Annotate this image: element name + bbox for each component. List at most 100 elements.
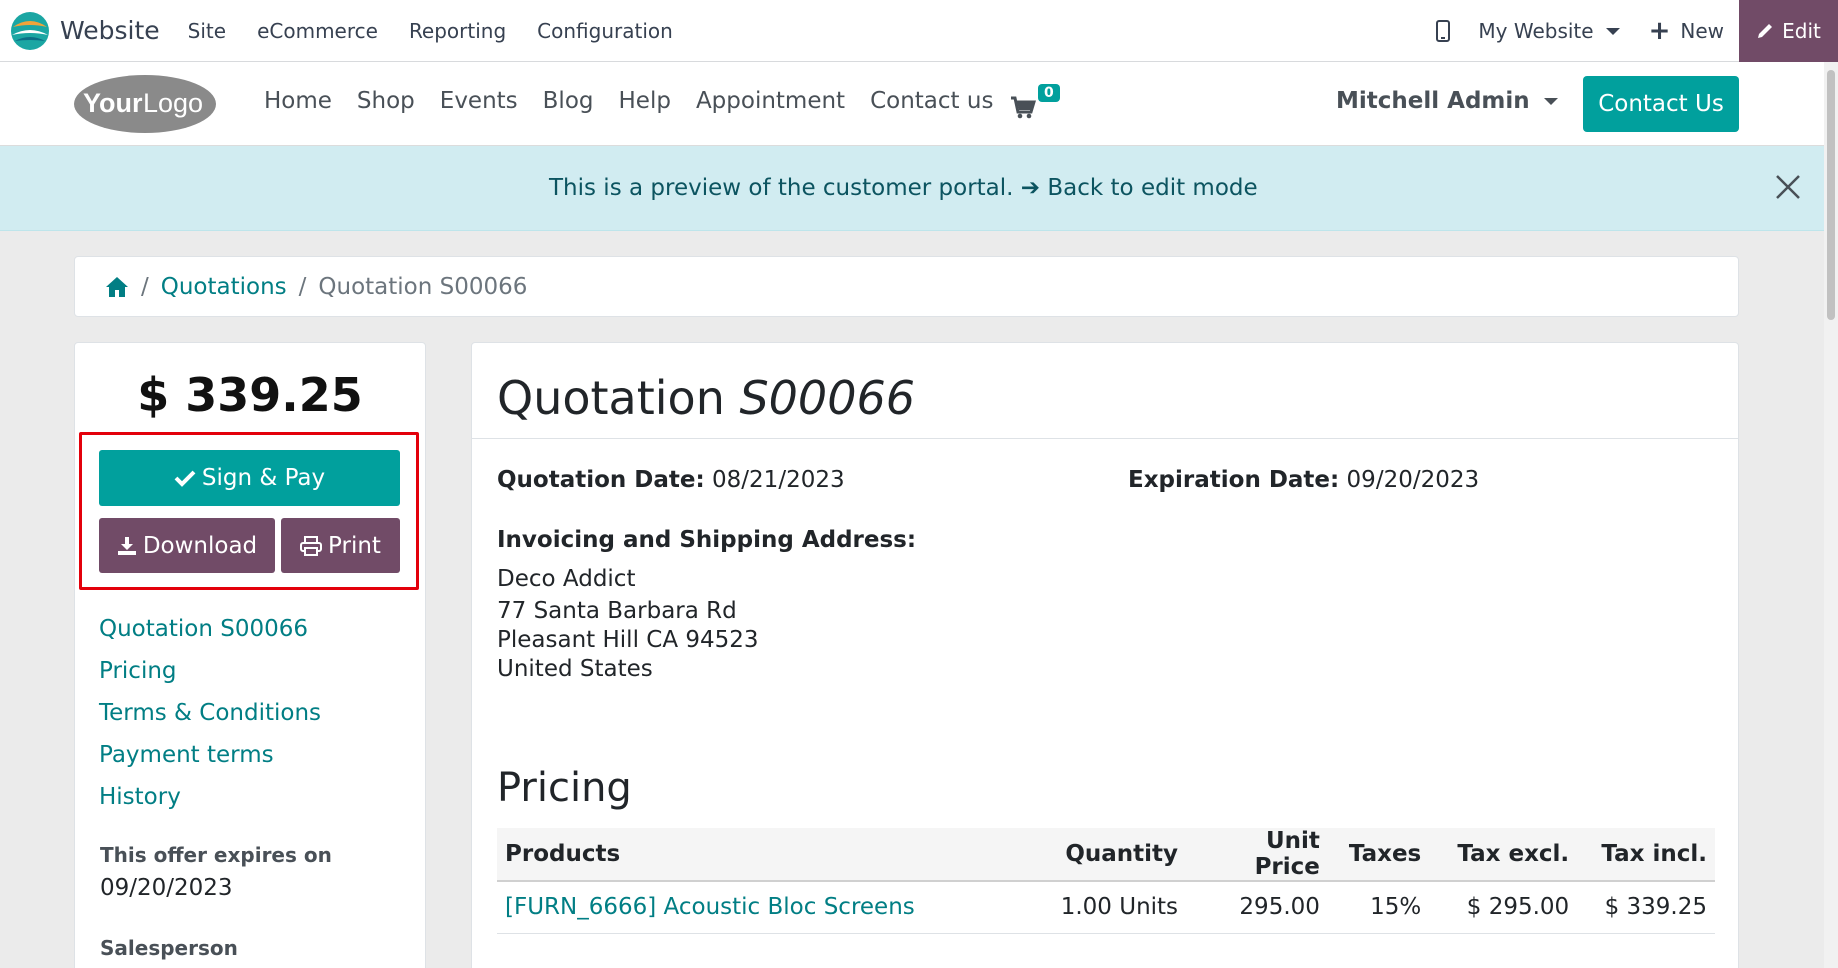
back-to-edit-link[interactable]: Back to edit mode [1047, 175, 1257, 201]
col-tax-excl: Tax excl. [1429, 828, 1578, 882]
address-heading: Invoicing and Shipping Address: [497, 527, 916, 553]
contact-us-button[interactable]: Contact Us [1583, 76, 1739, 132]
plus-icon: + [1648, 16, 1671, 46]
user-account-menu[interactable]: Mitchell Admin [1336, 88, 1558, 114]
preview-alert: This is a preview of the customer portal… [0, 146, 1824, 231]
address-country: United States [497, 656, 653, 682]
quotation-date-field: Quotation Date: 08/21/2023 [497, 467, 845, 493]
print-button[interactable]: Print [281, 518, 400, 573]
download-button[interactable]: Download [99, 518, 275, 573]
title-number: S00066 [739, 371, 916, 425]
expiration-date-value: 09/20/2023 [1346, 467, 1480, 493]
tax-incl-cell: $ 339.25 [1577, 881, 1715, 934]
svg-text:Your: Your [83, 88, 143, 118]
site-nav: Home Shop Events Blog Help Appointment C… [264, 88, 1018, 114]
nav-home[interactable]: Home [264, 88, 332, 114]
menu-reporting[interactable]: Reporting [409, 19, 506, 43]
preview-alert-message: This is a preview of the customer portal… [549, 175, 1258, 201]
quantity-cell: 1.00 Units [1044, 881, 1187, 934]
product-link[interactable]: [FURN_6666] Acoustic Bloc Screens [497, 881, 1045, 934]
chevron-down-icon [1605, 27, 1620, 35]
sign-and-pay-button[interactable]: Sign & Pay [99, 450, 400, 506]
tax-excl-cell: $ 295.00 [1429, 881, 1578, 934]
scrollbar-thumb[interactable] [1827, 70, 1835, 320]
address-line2: Pleasant Hill CA 94523 [497, 627, 759, 653]
nav-link-terms[interactable]: Terms & Conditions [99, 692, 321, 734]
new-button-label: New [1680, 19, 1724, 43]
website-app-icon[interactable] [10, 11, 50, 51]
nav-events[interactable]: Events [440, 88, 518, 114]
col-taxes: Taxes [1327, 828, 1430, 882]
quotation-document: Quotation S00066 Quotation Date: 08/21/2… [471, 342, 1739, 968]
quotation-date-label: Quotation Date: [497, 467, 705, 493]
expires-date: 09/20/2023 [100, 875, 233, 901]
expiration-date-label: Expiration Date: [1128, 467, 1340, 493]
nav-shop[interactable]: Shop [357, 88, 415, 114]
expires-label: This offer expires on [100, 843, 332, 867]
expiration-date-field: Expiration Date: 09/20/2023 [1128, 467, 1479, 493]
website-selector-label: My Website [1478, 19, 1594, 43]
chevron-down-icon [1543, 97, 1558, 105]
quotation-section-nav: Quotation S00066 Pricing Terms & Conditi… [99, 608, 321, 818]
col-quantity: Quantity [1044, 828, 1187, 882]
user-name: Mitchell Admin [1336, 88, 1530, 114]
breadcrumb-quotations[interactable]: Quotations [161, 274, 287, 300]
menu-configuration[interactable]: Configuration [537, 19, 673, 43]
page-title: Quotation S00066 [497, 371, 915, 425]
app-name[interactable]: Website [60, 16, 160, 45]
breadcrumb-current: Quotation S00066 [318, 273, 528, 300]
admin-menu: Site eCommerce Reporting Configuration [188, 19, 704, 43]
home-icon[interactable] [105, 276, 129, 298]
download-icon [117, 536, 136, 555]
nav-link-quotation[interactable]: Quotation S00066 [99, 608, 321, 650]
check-icon [174, 470, 196, 487]
cart-link[interactable]: 0 [1010, 82, 1065, 122]
edit-button-label: Edit [1782, 19, 1821, 43]
mobile-preview-icon[interactable] [1436, 20, 1451, 42]
breadcrumb-separator: / [141, 273, 149, 300]
salesperson-label: Salesperson [100, 936, 238, 960]
arrow-right-icon: ➔ [1020, 175, 1041, 201]
breadcrumb-separator: / [298, 273, 307, 300]
download-label: Download [142, 532, 258, 559]
pricing-heading: Pricing [497, 765, 632, 811]
breadcrumb: / Quotations / Quotation S00066 [74, 256, 1739, 317]
sign-and-pay-label: Sign & Pay [201, 465, 326, 491]
page-scrollbar[interactable] [1824, 62, 1838, 968]
quotation-sidebar: $ 339.25 Sign & Pay Download Print Quota… [74, 342, 426, 968]
menu-site[interactable]: Site [188, 19, 226, 43]
taxes-cell: 15% [1327, 881, 1430, 934]
printer-icon [300, 535, 323, 556]
print-label: Print [328, 532, 381, 559]
company-logo[interactable]: Your Logo [73, 74, 217, 134]
order-lines-table: Products Quantity Unit Price Taxes Tax e… [497, 828, 1715, 934]
address-block: Deco Addict 77 Santa Barbara Rd Pleasant… [497, 565, 759, 684]
col-products: Products [497, 828, 1045, 882]
col-unit-price: Unit Price [1186, 828, 1328, 882]
divider [472, 438, 1738, 439]
site-header: Your Logo Home Shop Events Blog Help App… [0, 62, 1824, 146]
address-name: Deco Addict [497, 566, 636, 592]
close-icon[interactable] [1773, 172, 1803, 202]
nav-appointment[interactable]: Appointment [696, 88, 845, 114]
address-line1: 77 Santa Barbara Rd [497, 598, 737, 624]
svg-text:Logo: Logo [143, 88, 203, 118]
shopping-cart-icon [1011, 96, 1036, 119]
new-button[interactable]: + New [1649, 16, 1724, 46]
nav-link-payment-terms[interactable]: Payment terms [99, 734, 321, 776]
total-amount: $ 339.25 [137, 368, 363, 422]
col-tax-incl: Tax incl. [1577, 828, 1715, 882]
website-selector[interactable]: My Website [1478, 19, 1620, 43]
table-header-row: Products Quantity Unit Price Taxes Tax e… [497, 828, 1715, 882]
menu-ecommerce[interactable]: eCommerce [257, 19, 378, 43]
title-prefix: Quotation [497, 371, 725, 425]
nav-link-pricing[interactable]: Pricing [99, 650, 321, 692]
admin-navbar: Website Site eCommerce Reporting Configu… [0, 0, 1838, 62]
nav-help[interactable]: Help [619, 88, 671, 114]
nav-link-history[interactable]: History [99, 776, 321, 818]
nav-contact-us[interactable]: Contact us [870, 88, 993, 114]
quotation-date-value: 08/21/2023 [712, 467, 845, 493]
edit-button[interactable]: Edit [1739, 0, 1838, 62]
nav-blog[interactable]: Blog [543, 88, 594, 114]
address-label: Invoicing and Shipping Address: [497, 527, 917, 553]
